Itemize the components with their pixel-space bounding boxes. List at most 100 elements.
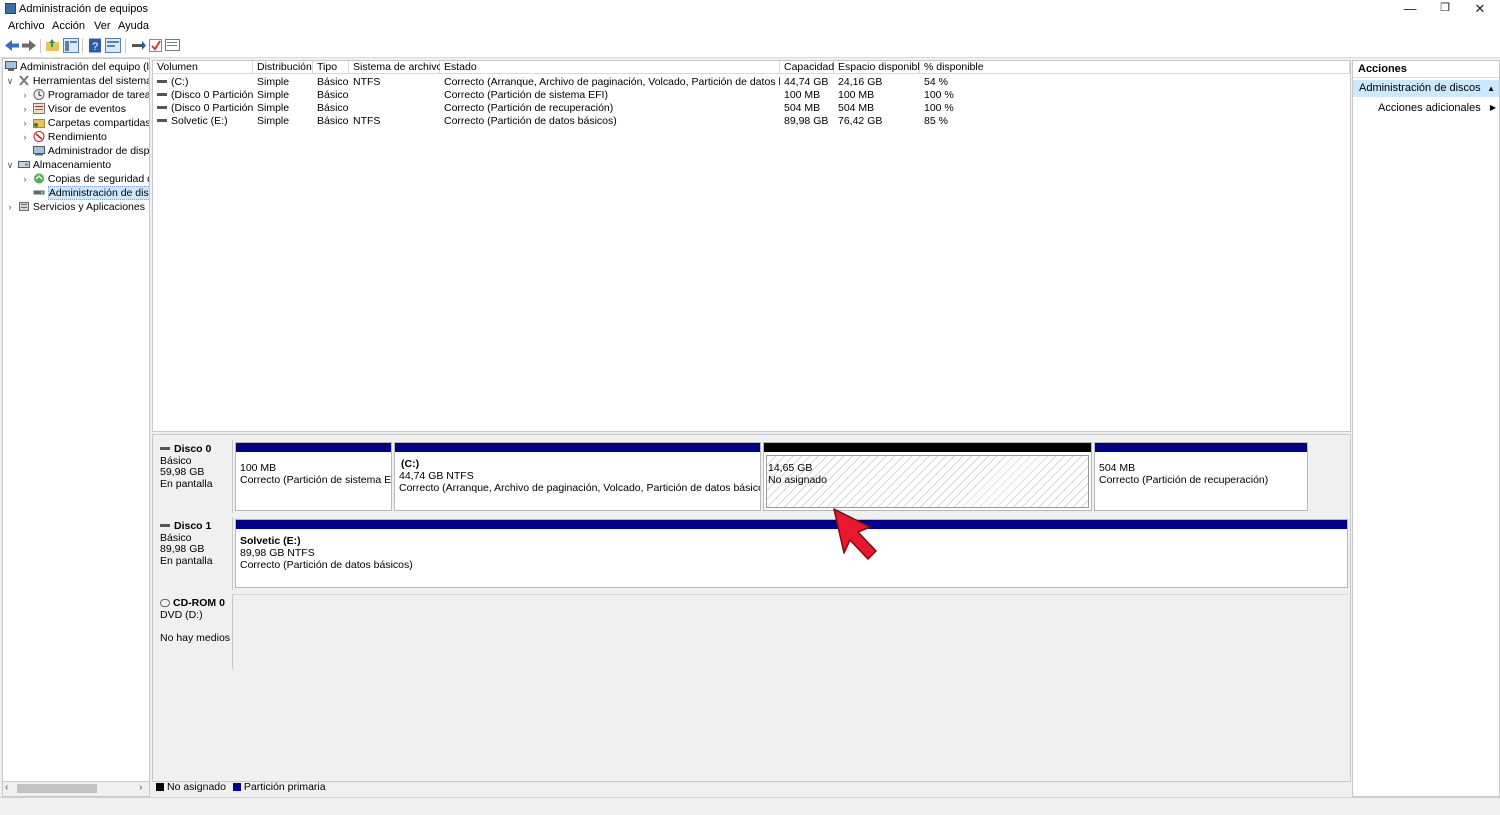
partition-recovery[interactable]: 504 MB Correcto (Partición de recuperació… (1094, 442, 1308, 511)
submenu-arrow-icon[interactable]: ▶ (1490, 101, 1496, 115)
properties-icon[interactable] (105, 38, 121, 53)
expand-icon[interactable]: › (20, 172, 30, 186)
table-cell: Simple (257, 76, 290, 88)
table-cell-volume[interactable]: (Disco 0 Partición 1) (153, 89, 253, 102)
column-header-tipo[interactable]: Tipo (313, 61, 349, 74)
performance-icon (33, 131, 45, 142)
actions-header: Acciones (1353, 61, 1499, 78)
legend: No asignado Partición primaria (152, 780, 1349, 794)
table-cell: Correcto (Arranque, Archivo de paginació… (444, 76, 780, 88)
table-cell: 76,42 GB (838, 115, 883, 127)
disk-graphical-view: Disco 0 Básico 59,98 GB En pantalla 100 … (152, 434, 1351, 782)
tree-node-services-applications[interactable]: › Servicios y Aplicaciones (5, 200, 145, 214)
cdrom-0-label[interactable]: CD-ROM 0 DVD (D:) No hay medios (155, 594, 233, 669)
unallocated-bar (764, 443, 1091, 452)
maximize-button[interactable]: ❐ (1425, 0, 1465, 18)
scrollbar-thumb[interactable] (17, 784, 97, 793)
menu-ver[interactable]: Ver (94, 20, 111, 32)
menu-bar: Archivo Acción Ver Ayuda (0, 18, 1500, 35)
actions-section-disk-management[interactable]: Administración de discos ▲ (1353, 80, 1499, 97)
table-cell: 54 % (924, 76, 948, 88)
expand-icon[interactable]: › (20, 130, 30, 144)
connect-icon[interactable] (131, 38, 147, 53)
toolbar-separator (125, 39, 126, 53)
table-cell-volume[interactable]: Solvetic (E:) (153, 115, 253, 128)
volume-icon (157, 119, 167, 122)
table-cell (349, 102, 440, 115)
tree-node-performance[interactable]: › Rendimiento (20, 130, 107, 144)
expand-icon[interactable]: ∨ (5, 74, 15, 88)
toolbar: ? (0, 35, 1500, 58)
help-icon[interactable]: ? (88, 38, 104, 53)
cd-icon (160, 599, 170, 607)
disk-icon (33, 190, 45, 195)
volume-icon (157, 106, 167, 109)
disk-1-label[interactable]: Disco 1 Básico 89,98 GB En pantalla (155, 517, 233, 590)
backup-icon (33, 173, 44, 184)
shared-folder-icon (32, 119, 45, 128)
list-icon[interactable] (165, 38, 181, 53)
tree-node-backup[interactable]: › Copias de seguridad de (20, 172, 150, 186)
column-header-volumen[interactable]: Volumen (153, 61, 253, 74)
column-header-capacidad[interactable]: Capacidad (780, 61, 834, 74)
legend-label-primary: Partición primaria (243, 781, 326, 793)
disk-0-label[interactable]: Disco 0 Básico 59,98 GB En pantalla (155, 440, 233, 513)
minimize-button[interactable]: — (1390, 0, 1430, 18)
menu-archivo[interactable]: Archivo (8, 20, 45, 32)
tree-node-device-manager[interactable]: Administrador de dispo (20, 144, 149, 158)
expand-icon[interactable]: › (5, 200, 15, 214)
tree-horizontal-scrollbar[interactable]: ‹ › (2, 781, 150, 797)
device-manager-icon (32, 146, 45, 156)
tree-node-storage[interactable]: ∨ Almacenamiento (5, 158, 111, 172)
menu-ayuda[interactable]: Ayuda (118, 20, 149, 32)
partition-efi[interactable]: 100 MB Correcto (Partición de sistema EFI… (235, 442, 392, 511)
partition-c[interactable]: (C:) 44,74 GB NTFS Correcto (Arranque, Arc… (394, 442, 761, 511)
services-icon (18, 202, 29, 211)
primary-partition-bar (1095, 443, 1307, 452)
table-cell: 85 % (924, 115, 948, 127)
scroll-left-icon[interactable]: ‹ (5, 782, 8, 793)
tree-node-task-scheduler[interactable]: › Programador de tareas (20, 88, 149, 102)
table-cell: NTFS (353, 76, 381, 88)
toolbar-separator (40, 39, 41, 53)
check-icon[interactable] (148, 38, 164, 53)
forward-icon[interactable] (21, 38, 37, 53)
expand-icon[interactable]: › (20, 116, 30, 130)
collapse-up-icon[interactable]: ▲ (1487, 80, 1495, 97)
table-cell: Simple (257, 89, 290, 101)
tree-node-disk-management[interactable]: Administración de disco (20, 186, 149, 200)
collapse-icon[interactable]: ∨ (5, 158, 15, 172)
action-more-actions[interactable]: Acciones adicionales (1378, 101, 1481, 115)
column-header-porcentaje-disponible[interactable]: % disponible (920, 61, 1350, 74)
disk-icon (160, 524, 170, 527)
column-header-estado[interactable]: Estado (440, 61, 780, 74)
table-cell-volume[interactable]: (Disco 0 Partición 4) (153, 102, 253, 115)
legend-swatch-unallocated (156, 783, 164, 791)
column-header-sistema-archivos[interactable]: Sistema de archivos (349, 61, 448, 74)
partition-solvetic-e[interactable]: Solvetic (E:) 89,98 GB NTFS Correcto (Part… (235, 519, 1348, 588)
table-cell: 100 MB (784, 89, 821, 101)
tree-node-event-viewer[interactable]: › Visor de eventos (20, 102, 126, 116)
partition-unallocated[interactable]: 14,65 GB No asignado (763, 442, 1092, 511)
tree-node-system-tools[interactable]: ∨ Herramientas del sistema (5, 74, 149, 88)
table-cell: Correcto (Partición de recuperación) (444, 102, 614, 114)
event-viewer-icon (32, 103, 45, 114)
close-button[interactable]: ✕ (1460, 0, 1500, 18)
table-cell: 89,98 GB (784, 115, 829, 127)
show-hide-tree-icon[interactable] (63, 38, 79, 53)
table-cell: Básico (317, 115, 349, 127)
table-cell-volume[interactable]: (C:) (153, 76, 253, 89)
cdrom-0-row (233, 594, 1348, 670)
expand-icon[interactable]: › (20, 102, 30, 116)
column-header-distribucion[interactable]: Distribución (253, 61, 313, 74)
back-icon[interactable] (4, 38, 20, 53)
tree-node-shared-folders[interactable]: › Carpetas compartidas (20, 116, 150, 130)
up-folder-icon[interactable] (45, 38, 61, 53)
scroll-right-icon[interactable]: › (139, 782, 142, 793)
expand-icon[interactable]: › (20, 88, 30, 102)
column-header-espacio-disponible[interactable]: Espacio disponible (834, 61, 926, 74)
menu-accion[interactable]: Acción (52, 20, 85, 32)
tools-icon (19, 75, 29, 86)
status-bar (0, 797, 1500, 815)
tree-node-computer-management[interactable]: Administración del equipo (loc (5, 60, 149, 74)
